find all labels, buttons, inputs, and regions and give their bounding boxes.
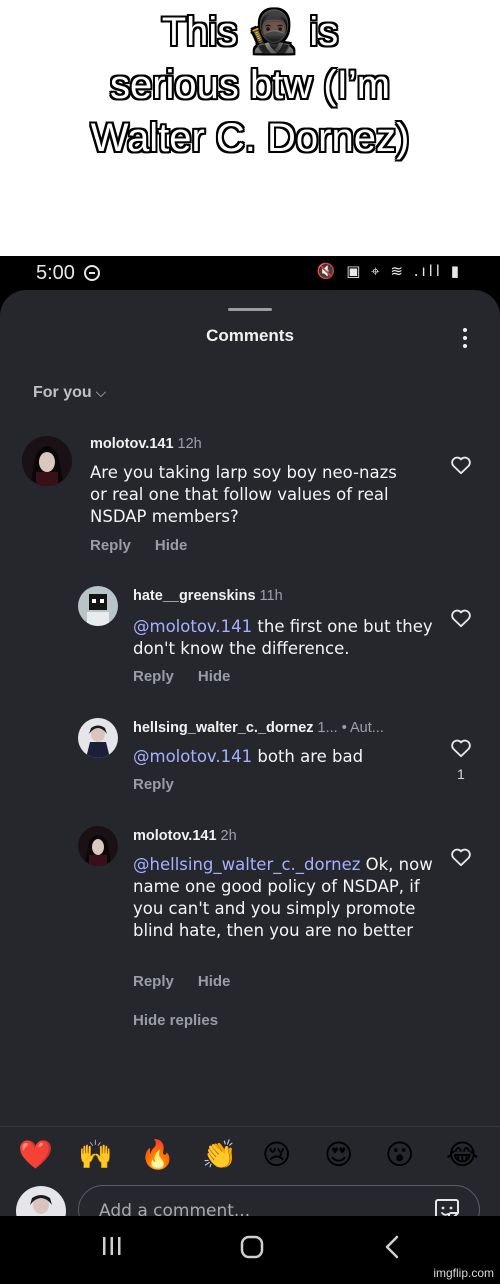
comment-actions: Reply Hide: [90, 537, 211, 554]
mention-link[interactable]: @molotov.141: [133, 617, 252, 636]
divider: [0, 1126, 500, 1127]
heart-outline-icon[interactable]: [450, 738, 472, 758]
reply-button[interactable]: Reply: [133, 668, 174, 685]
reaction-emoji[interactable]: 👏: [202, 1138, 237, 1171]
do-not-disturb-icon: [84, 265, 100, 281]
drag-handle[interactable]: [228, 308, 272, 311]
sheet-title: Comments: [206, 326, 294, 345]
comment-username[interactable]: hellsing_walter_c._dornez 1... • Aut...: [133, 720, 384, 736]
heart-outline-icon[interactable]: [450, 847, 472, 867]
comment-actions: Reply Hide: [133, 668, 254, 685]
status-time: 5:00: [36, 262, 75, 284]
quick-reactions-bar: ❤️ 🙌 🔥 👏 😢 😍 😮 😂: [0, 1138, 500, 1178]
status-icons: 🔇 ▣ ⌖ ≋ .ıll ▮: [316, 262, 462, 280]
heart-outline-icon[interactable]: [450, 455, 472, 475]
back-icon[interactable]: [382, 1234, 402, 1260]
reaction-emoji[interactable]: ❤️: [18, 1138, 53, 1171]
reply-button[interactable]: Reply: [133, 776, 174, 793]
phone-screen: 5:00 🔇 ▣ ⌖ ≋ .ıll ▮ Comments For you ⌵ mo…: [0, 256, 500, 1284]
comment-text: @molotov.141 the first one but they don'…: [133, 617, 433, 658]
comment-timestamp: 11h: [259, 588, 283, 604]
reaction-emoji[interactable]: 🙌: [78, 1138, 113, 1171]
caption-line-1: This 🥷🏿 is: [161, 10, 339, 54]
hide-button[interactable]: Hide: [198, 973, 231, 990]
filter-label: For you: [33, 384, 92, 401]
caption-line-3: Walter C. Dornez): [90, 116, 410, 160]
hide-replies-button[interactable]: Hide replies: [133, 1012, 218, 1029]
reaction-emoji[interactable]: 😂: [446, 1138, 479, 1171]
comment-username[interactable]: hate__greenskins 11h: [133, 588, 283, 604]
comment-timestamp: 1... • Aut...: [317, 720, 384, 736]
like-count: 1: [457, 766, 465, 782]
chevron-down-icon: ⌵: [95, 384, 107, 400]
comment-username[interactable]: molotov.141 12h: [90, 436, 202, 452]
avatar[interactable]: [78, 718, 118, 758]
comments-sheet: Comments For you ⌵ molotov.141 12h Are you…: [0, 290, 500, 1236]
sort-filter-dropdown[interactable]: For you ⌵: [33, 384, 106, 402]
avatar[interactable]: [78, 586, 118, 626]
system-nav-bar: imgflip.com: [0, 1216, 500, 1284]
reaction-emoji[interactable]: 🔥: [140, 1138, 175, 1171]
comment-username[interactable]: molotov.141 2h: [133, 828, 237, 844]
avatar[interactable]: [78, 826, 118, 866]
avatar[interactable]: [22, 436, 72, 486]
comment-actions: Reply Hide: [133, 973, 254, 990]
heart-outline-icon[interactable]: [450, 608, 472, 628]
reaction-emoji[interactable]: 😮: [385, 1138, 414, 1171]
hide-button[interactable]: Hide: [198, 668, 231, 685]
comment-actions: Reply: [133, 776, 198, 793]
meme-caption: This 🥷🏿 is serious btw (I’m Walter C. Do…: [0, 0, 500, 256]
hide-button[interactable]: Hide: [155, 537, 188, 554]
reply-button[interactable]: Reply: [90, 537, 131, 554]
comment-timestamp: 2h: [220, 828, 237, 844]
watermark: imgflip.com: [433, 1266, 494, 1280]
mention-link[interactable]: @hellsing_walter_c._dornez: [133, 855, 360, 874]
vertical-dots-icon[interactable]: [458, 326, 472, 350]
home-icon[interactable]: [239, 1234, 265, 1260]
comment-text: Are you taking larp soy boy neo-nazs or …: [90, 463, 397, 526]
comment-text: @hellsing_walter_c._dornez Ok, now name …: [133, 855, 433, 940]
recents-icon[interactable]: [100, 1234, 124, 1258]
status-bar: 5:00 🔇 ▣ ⌖ ≋ .ıll ▮: [0, 256, 500, 290]
reply-button[interactable]: Reply: [133, 973, 174, 990]
reaction-emoji[interactable]: 😢: [262, 1138, 291, 1171]
caption-line-2: serious btw (I’m: [109, 63, 391, 107]
mention-link[interactable]: @molotov.141: [133, 747, 252, 766]
reaction-emoji[interactable]: 😍: [324, 1138, 353, 1171]
comment-timestamp: 12h: [177, 436, 202, 452]
comment-text: @molotov.141 both are bad: [133, 747, 364, 766]
